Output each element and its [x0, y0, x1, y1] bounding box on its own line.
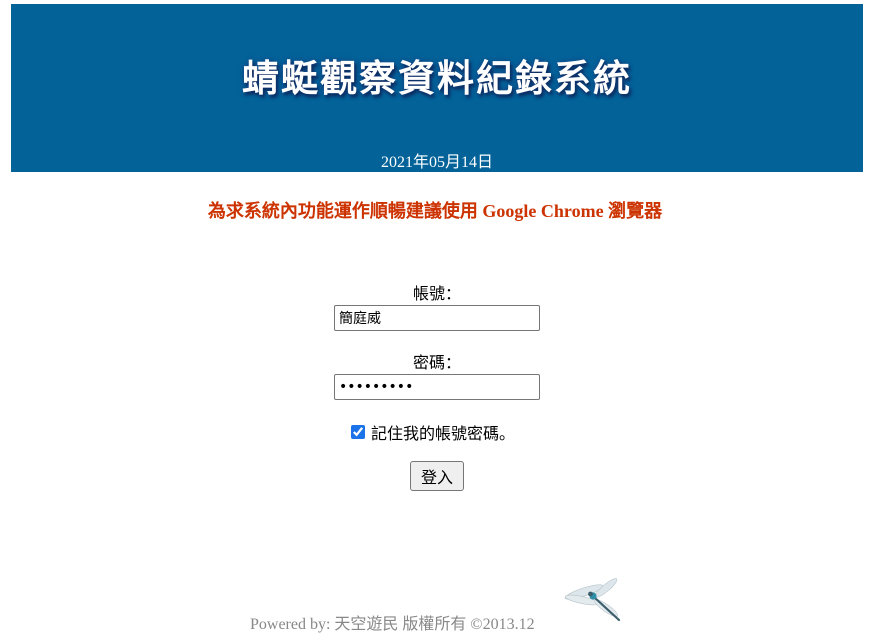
header-banner: 蜻蜓觀察資料紀錄系統 2021年05月14日 [11, 4, 863, 172]
account-label: 帳號： [412, 284, 461, 303]
browser-recommendation-notice: 為求系統內功能運作順暢建議使用 Google Chrome 瀏覽器 [207, 201, 663, 221]
login-button[interactable]: 登入 [410, 461, 464, 491]
password-input[interactable] [334, 374, 540, 400]
current-date: 2021年05月14日 [380, 154, 493, 171]
page-title: 蜻蜓觀察資料紀錄系統 [242, 57, 632, 100]
footer-copyright: Powered by: 天空遊民 版權所有 ©2013.12 [250, 616, 535, 633]
password-label: 密碼： [412, 353, 461, 372]
dragonfly-icon [564, 578, 621, 622]
remember-me-label: 記住我的帳號密碼。 [371, 424, 516, 443]
account-input[interactable] [334, 305, 540, 331]
remember-me-row[interactable]: 記住我的帳號密碼。 [349, 421, 515, 443]
remember-me-checkbox[interactable] [351, 425, 365, 439]
